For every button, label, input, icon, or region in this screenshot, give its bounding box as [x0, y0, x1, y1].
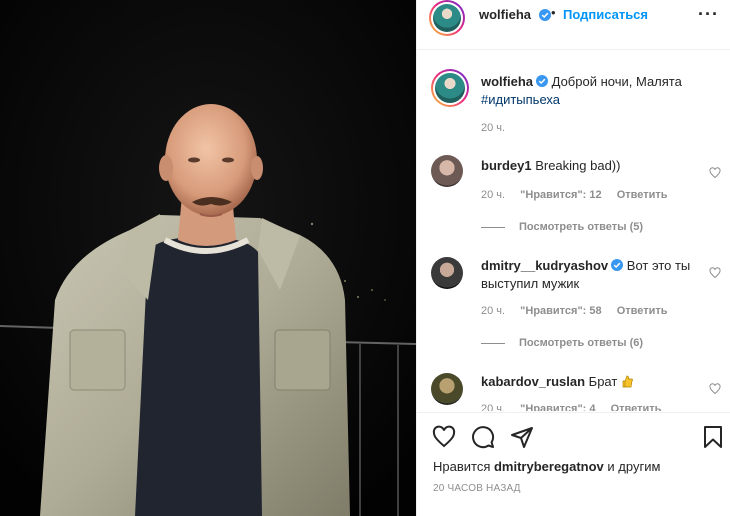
share-icon[interactable] — [510, 425, 534, 449]
view-replies-button[interactable]: Посмотреть ответы (6) — [481, 337, 643, 349]
caption-time: 20 ч. — [481, 122, 506, 134]
verified-icon — [539, 9, 551, 21]
heart-icon[interactable] — [432, 425, 456, 449]
post-header: wolfieha • Подписаться ··· — [417, 0, 730, 50]
comment-meta: 20 ч. "Нравится": 12 Ответить — [481, 189, 668, 201]
comment-avatar[interactable] — [431, 257, 463, 289]
view-replies-label: Посмотреть ответы (6) — [519, 337, 644, 349]
reply-button[interactable]: Ответить — [617, 305, 668, 317]
comment-text: burdey1 Breaking bad)) — [481, 157, 691, 175]
comment-time: 20 ч. — [481, 305, 506, 317]
comment-icon[interactable] — [471, 425, 495, 449]
heart-icon[interactable] — [709, 267, 721, 279]
bookmark-icon[interactable] — [701, 425, 725, 449]
comment-meta: 20 ч. "Нравится": 4 Ответить — [481, 403, 661, 411]
comment-username[interactable]: dmitry__kudryashov — [481, 258, 608, 273]
author-username[interactable]: wolfieha — [479, 7, 531, 22]
post-photo-image — [0, 0, 416, 516]
comment-body: Брат — [585, 374, 618, 389]
comment-item: dmitry__kudryashov Вот это ты выступил м… — [431, 257, 721, 367]
caption-text: wolfieha Доброй ночи, Малята #идитыпьеха — [481, 73, 711, 109]
comment-username[interactable]: kabardov_ruslan — [481, 374, 585, 389]
header-separator: • — [551, 5, 556, 20]
likes-user[interactable]: dmitryberegatnov — [494, 459, 604, 474]
caption-hashtag[interactable]: #идитыпьеха — [481, 92, 560, 107]
post-timestamp[interactable]: 20 ЧАСОВ НАЗАД — [433, 483, 521, 494]
likes-prefix: Нравится — [433, 459, 494, 474]
thumbs-up-emoji — [622, 375, 633, 388]
caption-avatar[interactable] — [431, 69, 469, 107]
caption-body: Доброй ночи, Малята — [548, 74, 682, 89]
comment-time: 20 ч. — [481, 403, 506, 411]
caption: wolfieha Доброй ночи, Малята #идитыпьеха… — [431, 69, 721, 151]
post-photo[interactable] — [0, 0, 416, 516]
heart-icon[interactable] — [709, 383, 721, 395]
comment-likes[interactable]: "Нравится": 4 — [520, 403, 595, 411]
comment-avatar[interactable] — [431, 155, 463, 187]
comment-time: 20 ч. — [481, 189, 506, 201]
comment-item: burdey1 Breaking bad)) 20 ч. "Нравится":… — [431, 155, 721, 235]
comment-likes[interactable]: "Нравится": 12 — [520, 189, 601, 201]
likes-summary: Нравится dmitryberegatnov и другим — [433, 459, 660, 474]
comment-username[interactable]: burdey1 — [481, 158, 532, 173]
comment-item: kabardov_ruslan Брат 20 ч. "Нравится": 4… — [431, 373, 721, 411]
post-actions: Нравится dmitryberegatnov и другим 20 ЧА… — [417, 412, 730, 516]
heart-icon[interactable] — [709, 167, 721, 179]
post-sidebar: wolfieha • Подписаться ··· wolfieha Добр… — [416, 0, 730, 516]
comment-text: kabardov_ruslan Брат — [481, 373, 691, 391]
comment-likes[interactable]: "Нравится": 58 — [520, 305, 601, 317]
view-replies-label: Посмотреть ответы (5) — [519, 221, 644, 233]
verified-icon — [611, 259, 624, 271]
reply-button[interactable]: Ответить — [611, 403, 662, 411]
reply-button[interactable]: Ответить — [617, 189, 668, 201]
comment-body: Breaking bad)) — [531, 158, 621, 173]
comment-avatar[interactable] — [431, 373, 463, 405]
comments-list[interactable]: wolfieha Доброй ночи, Малята #идитыпьеха… — [417, 51, 730, 411]
caption-username[interactable]: wolfieha — [481, 74, 533, 89]
author-avatar[interactable] — [429, 0, 465, 36]
follow-button[interactable]: Подписаться — [563, 7, 648, 22]
verified-icon — [536, 75, 549, 87]
more-icon[interactable]: ··· — [698, 4, 719, 25]
comment-text: dmitry__kudryashov Вот это ты выступил м… — [481, 257, 691, 293]
likes-suffix[interactable]: и другим — [604, 459, 660, 474]
view-replies-button[interactable]: Посмотреть ответы (5) — [481, 221, 643, 233]
comment-meta: 20 ч. "Нравится": 58 Ответить — [481, 305, 668, 317]
